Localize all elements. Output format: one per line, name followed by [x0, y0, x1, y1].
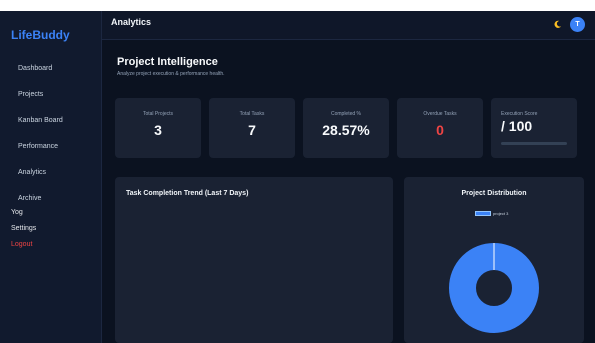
stat-label: Total Tasks [239, 111, 265, 117]
topbar: Analytics T [102, 11, 595, 40]
stat-card-total-projects: Total Projects 3 [115, 98, 201, 158]
sidebar-item-kanban-board[interactable]: Kanban Board [0, 108, 101, 134]
stat-label: Execution Score [501, 111, 538, 117]
avatar[interactable]: T [570, 17, 585, 32]
stat-card-total-tasks: Total Tasks 7 [209, 98, 295, 158]
stat-label: Overdue Tasks [423, 111, 457, 117]
page-heading: Project Intelligence Analyze project exe… [117, 56, 225, 77]
legend-label: project 3 [493, 211, 509, 216]
stat-value: / 100 [501, 118, 533, 134]
stats-row: Total Projects 3 Total Tasks 7 Completed… [115, 98, 577, 158]
moon-icon[interactable] [553, 20, 562, 29]
topbar-title: Analytics [111, 17, 152, 27]
page-subtitle: Analyze project execution & performance … [117, 71, 225, 77]
distribution-panel-title: Project Distribution [461, 190, 527, 197]
trend-panel: Task Completion Trend (Last 7 Days) [115, 177, 393, 343]
logout-link[interactable]: Logout [11, 237, 36, 253]
sidebar-item-dashboard[interactable]: Dashboard [0, 56, 101, 82]
page-title: Project Intelligence [117, 56, 218, 68]
sidebar-nav: Dashboard Projects Kanban Board Performa… [0, 56, 101, 212]
stat-value: 0 [436, 122, 444, 138]
sidebar-item-yog[interactable]: Yog [11, 205, 36, 221]
stat-label: Completed % [330, 111, 361, 117]
stat-value: 7 [248, 122, 256, 138]
sidebar-item-performance[interactable]: Performance [0, 134, 101, 160]
stat-value: 3 [154, 122, 162, 138]
main-content: Analytics T Project Intelligence Analyze… [102, 11, 595, 343]
sidebar-item-projects[interactable]: Projects [0, 82, 101, 108]
chart-legend[interactable]: project 3 [475, 211, 508, 216]
stat-value: 28.57% [322, 122, 370, 138]
stat-card-overdue-tasks: Overdue Tasks 0 [397, 98, 483, 158]
legend-swatch [475, 211, 491, 216]
stat-card-execution-score: Execution Score / 100 [491, 98, 577, 158]
execution-score-bar [501, 142, 567, 145]
trend-panel-title: Task Completion Trend (Last 7 Days) [126, 190, 249, 197]
sidebar-item-analytics[interactable]: Analytics [0, 160, 101, 186]
stat-label: Total Projects [142, 111, 173, 117]
donut-chart[interactable] [442, 223, 546, 343]
distribution-panel: Project Distribution project 3 [404, 177, 584, 343]
app-window: LifeBuddy Dashboard Projects Kanban Boar… [0, 11, 595, 343]
sidebar: LifeBuddy Dashboard Projects Kanban Boar… [0, 11, 102, 343]
brand-logo[interactable]: LifeBuddy [11, 28, 70, 42]
sidebar-item-settings[interactable]: Settings [11, 221, 36, 237]
stat-card-completed: Completed % 28.57% [303, 98, 389, 158]
sidebar-extra: Yog Settings Logout [11, 205, 36, 253]
